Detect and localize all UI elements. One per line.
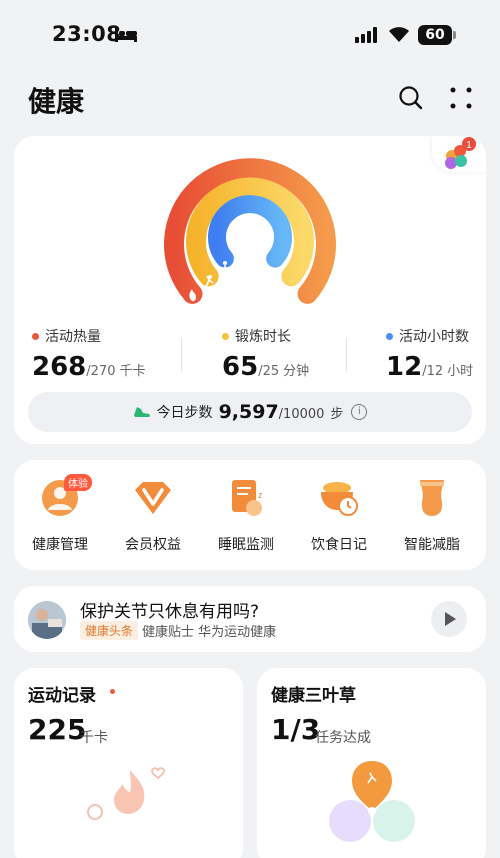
calories-dot — [32, 332, 39, 340]
health-clover-unit: 任务达成 — [315, 730, 371, 746]
news-title[interactable]: 保护关节只休息有用吗? — [80, 597, 259, 622]
steps-summary[interactable]: 今日步数 9,597/10000 步 i — [28, 392, 472, 432]
health-clover-title: 健康三叶草 — [271, 686, 356, 706]
status-time: 23:08 — [52, 22, 122, 46]
page-title: 健康 — [28, 85, 85, 118]
more-options-icon[interactable] — [449, 86, 473, 110]
service-label: 智能减脂 — [404, 537, 460, 553]
exercise-goal: /25 — [258, 364, 280, 379]
sport-record-value: 225 — [28, 713, 87, 746]
stat-divider — [346, 338, 347, 372]
sport-record-title: 运动记录 — [28, 686, 96, 706]
steps-unit: 步 — [330, 406, 344, 422]
search-icon[interactable] — [398, 85, 424, 111]
wifi-icon — [389, 27, 409, 42]
steps-goal: /10000 — [278, 407, 325, 422]
service-label: 健康管理 — [32, 537, 88, 553]
cellular-signal-icon — [355, 27, 377, 43]
trial-badge: 体验 — [64, 474, 92, 491]
stat-divider — [181, 338, 182, 372]
active-hours-unit: 小时 — [447, 364, 474, 379]
clover-illustration-icon — [329, 761, 415, 842]
calories-label: 活动热量 — [45, 329, 101, 345]
active-hours-goal: /12 — [422, 364, 444, 379]
steps-label: 今日步数 — [156, 405, 213, 421]
info-icon[interactable]: i — [351, 404, 368, 420]
active-hours-dot — [386, 332, 393, 340]
health-management-icon: 体验 — [38, 474, 92, 520]
news-tag: 健康头条 — [80, 621, 139, 640]
play-button[interactable] — [431, 601, 467, 637]
news-thumbnail — [28, 601, 66, 639]
active-hours-value: 12 — [386, 352, 423, 382]
colored-dots-icon: 1 — [445, 137, 476, 169]
sleep-icon: z — [224, 476, 268, 520]
steps-value: 9,597 — [218, 401, 279, 423]
svg-text:z: z — [258, 490, 263, 500]
service-fat-loss[interactable]: 智能减脂 — [387, 476, 477, 554]
activity-rings[interactable] — [150, 146, 350, 316]
battery-level: 60 — [418, 25, 452, 45]
service-sleep[interactable]: z 睡眠监测 — [201, 476, 291, 554]
service-label: 睡眠监测 — [218, 537, 274, 553]
status-bar: 23:08 60 — [0, 0, 500, 70]
service-label: 会员权益 — [125, 537, 181, 553]
exercise-unit: 分钟 — [283, 364, 310, 379]
battery-tip — [453, 31, 456, 39]
exercise-label: 锻炼时长 — [235, 329, 291, 345]
new-indicator-dot — [110, 689, 115, 694]
exercise-value: 65 — [222, 352, 259, 382]
membership-icon — [131, 476, 175, 520]
fat-loss-icon — [410, 476, 454, 520]
calories-goal: /270 — [86, 364, 116, 379]
family-health-badge[interactable]: 1 — [432, 136, 486, 172]
notification-count: 1 — [466, 140, 472, 151]
bed-icon — [115, 28, 137, 42]
active-hours-stat[interactable]: 活动小时数 12/12 小时 — [386, 326, 473, 382]
news-source: 健康贴士 华为运动健康 — [142, 625, 277, 640]
exercise-dot — [222, 332, 229, 340]
calories-unit: 千卡 — [119, 364, 146, 379]
diet-icon — [317, 476, 361, 520]
sport-record-unit: 千卡 — [80, 730, 108, 746]
service-diet[interactable]: 饮食日记 — [294, 476, 384, 554]
active-hours-ring — [208, 195, 292, 268]
calories-stat[interactable]: 活动热量 268/270 千卡 — [32, 326, 146, 382]
health-clover-value: 1/3 — [271, 713, 321, 746]
service-label: 饮食日记 — [311, 537, 367, 553]
calories-value: 268 — [32, 352, 87, 382]
service-health-management[interactable]: 体验 健康管理 — [15, 474, 105, 554]
active-hours-label: 活动小时数 — [399, 329, 469, 345]
exercise-stat[interactable]: 锻炼时长 65/25 分钟 — [222, 326, 309, 382]
service-membership[interactable]: 会员权益 — [108, 476, 198, 554]
sport-illustration-icon — [87, 767, 165, 820]
shoe-icon — [133, 407, 150, 417]
